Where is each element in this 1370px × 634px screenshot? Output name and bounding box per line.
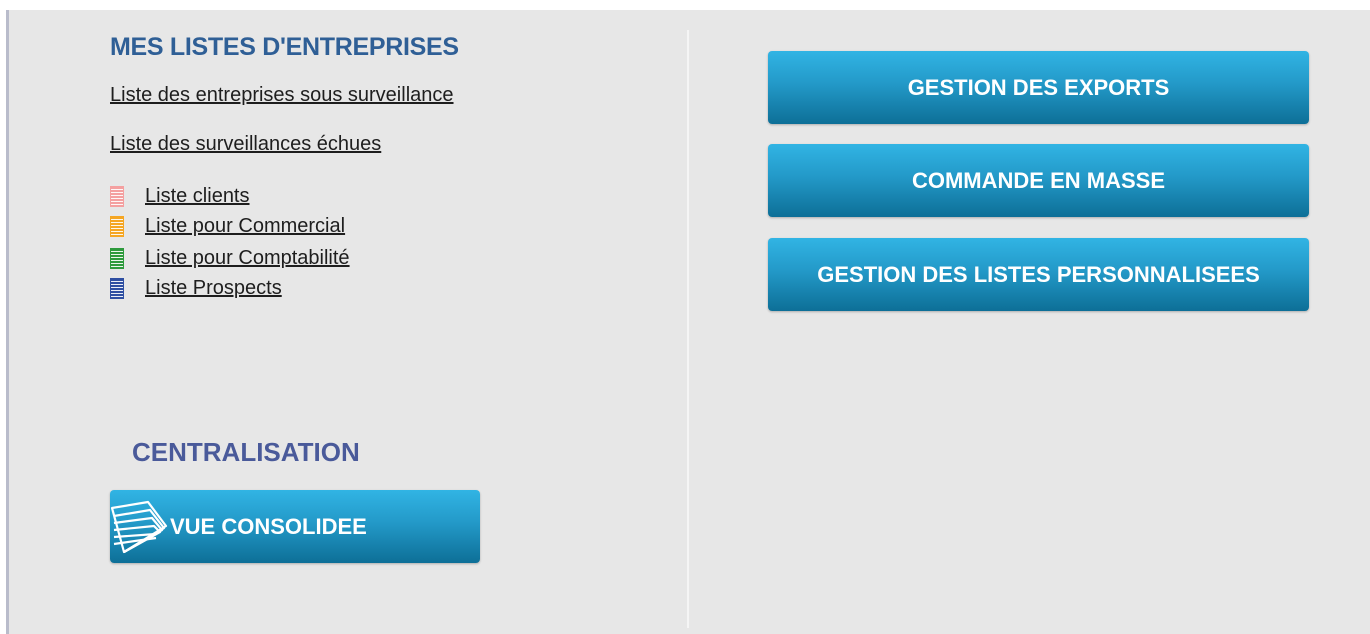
watched-companies-link[interactable]: Liste des entreprises sous surveillance: [110, 84, 454, 107]
list-label: Liste pour Comptabilité: [145, 246, 350, 269]
list-item-commercial[interactable]: Liste pour Commercial: [110, 214, 345, 238]
list-icon-blue: [110, 277, 124, 299]
custom-lists-management-button[interactable]: GESTION DES LISTES PERSONNALISEES: [768, 238, 1309, 311]
lists-section-title: MES LISTES D'ENTREPRISES: [110, 33, 459, 61]
list-item-clients[interactable]: Liste clients: [110, 184, 250, 208]
bulk-order-button[interactable]: COMMANDE EN MASSE: [768, 144, 1309, 217]
consolidated-view-label: VUE CONSOLIDEE: [170, 513, 367, 539]
list-item-prospects[interactable]: Liste Prospects: [110, 276, 282, 300]
exports-management-button[interactable]: GESTION DES EXPORTS: [768, 51, 1309, 124]
centralisation-title: CENTRALISATION: [132, 437, 360, 467]
expired-watches-link[interactable]: Liste des surveillances échues: [110, 133, 381, 156]
list-icon-green: [110, 247, 124, 269]
list-icon-pink: [110, 185, 124, 207]
list-label: Liste pour Commercial: [145, 214, 346, 237]
list-item-comptabilite[interactable]: Liste pour Comptabilité: [110, 246, 350, 270]
list-icon-orange: [110, 215, 124, 237]
list-label: Liste clients: [145, 184, 250, 207]
documents-stack-icon: [110, 500, 168, 554]
list-label: Liste Prospects: [145, 276, 282, 299]
consolidated-view-button[interactable]: VUE CONSOLIDEE: [110, 490, 480, 563]
column-divider: [687, 30, 689, 628]
